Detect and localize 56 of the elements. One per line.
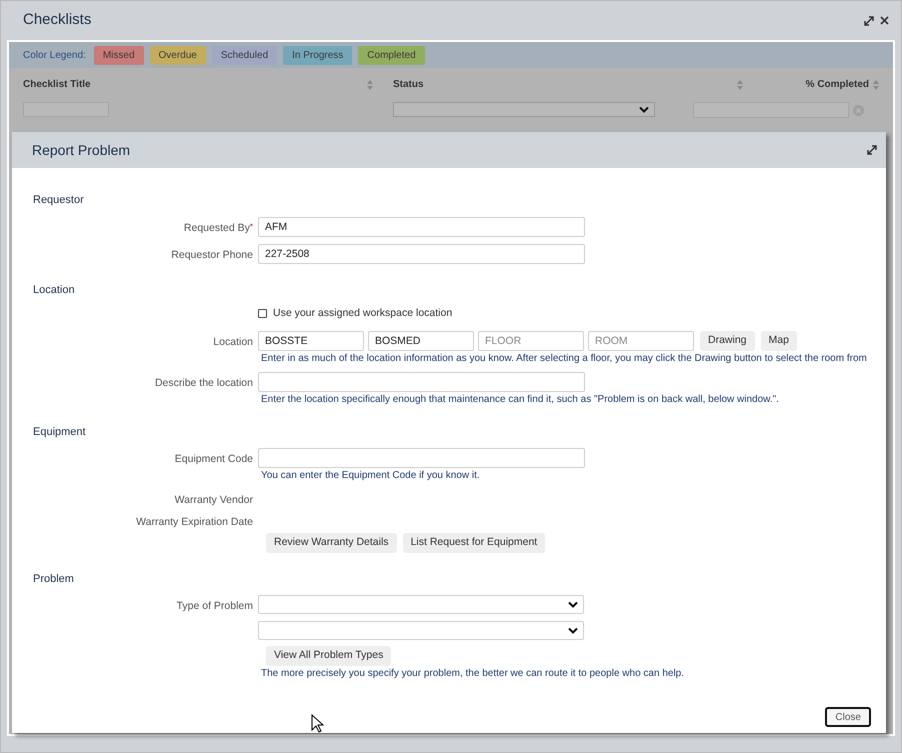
legend-tag: Overdue: [150, 46, 206, 64]
location-field[interactable]: ROOM: [588, 330, 694, 351]
expand-icon[interactable]: [864, 16, 874, 26]
column-header[interactable]: % Completed: [806, 77, 869, 92]
legend-label: Color Legend:: [23, 48, 86, 62]
chevron-down-icon: [568, 601, 578, 608]
sort-icon[interactable]: [737, 80, 743, 90]
filter-dropdown[interactable]: [393, 102, 655, 117]
expand-icon[interactable]: [867, 145, 877, 155]
chevron-down-icon: [639, 106, 649, 113]
location-field[interactable]: BOSSTE: [258, 330, 364, 351]
column-header[interactable]: Status: [393, 77, 424, 92]
field-label: Requested By*: [184, 220, 253, 236]
sort-icon[interactable]: [367, 80, 373, 90]
clear-icon[interactable]: [853, 104, 864, 116]
legend-tag: Missed: [94, 46, 144, 64]
field-label: Warranty Vendor: [174, 493, 253, 508]
section-heading: Equipment: [33, 424, 87, 440]
checkbox[interactable]: [258, 309, 267, 318]
sort-icon[interactable]: [873, 80, 879, 90]
column-header[interactable]: Checklist Title: [23, 77, 91, 92]
checkbox-label: Use your assigned workspace location: [273, 306, 452, 321]
field-label: Type of Problem: [176, 599, 253, 614]
location-field[interactable]: FLOOR: [478, 330, 584, 351]
help-text: Enter the location specifically enough that maintenance can find it, such as "Problem is on back wall, below window.".: [261, 394, 779, 406]
field-label: Requestor Phone: [171, 248, 253, 262]
legend-tag: Completed: [358, 46, 425, 64]
legend-tag: In Progress: [283, 46, 352, 64]
field-label: Describe the location: [154, 376, 253, 391]
legend-tag: Scheduled: [212, 46, 278, 64]
help-text: You can enter the Equipment Code if you know it.: [261, 470, 481, 482]
location-field[interactable]: BOSMED: [368, 330, 474, 351]
dialog-title: Report Problem: [32, 140, 130, 160]
field-label: Warranty Expiration Date: [136, 515, 253, 530]
section-heading: Requestor: [33, 193, 85, 208]
map-button[interactable]: Drawing: [700, 330, 755, 351]
close-button[interactable]: Close: [825, 707, 871, 727]
action-button[interactable]: List Request for Equipment: [402, 532, 546, 553]
text-field[interactable]: [258, 372, 585, 392]
text-field[interactable]: [258, 448, 585, 468]
help-text: The more precisely you specify your problem, the better we can route it to people who can help.: [261, 668, 684, 680]
dropdown[interactable]: [258, 621, 584, 640]
map-button[interactable]: Map: [760, 330, 797, 351]
text-field[interactable]: 227-2508: [258, 244, 585, 264]
help-text: Enter in as much of the location information as you know. After selecting a floor, you may click the Drawing button to select the room from: [261, 352, 867, 365]
window-title: Checklists: [23, 10, 92, 30]
action-button[interactable]: Review Warranty Details: [266, 532, 397, 553]
action-button[interactable]: View All Problem Types: [266, 646, 392, 666]
section-heading: Problem: [33, 572, 75, 587]
dropdown[interactable]: [258, 595, 584, 614]
close-icon[interactable]: [880, 16, 889, 25]
field-label: Equipment Code: [174, 452, 253, 468]
text-field[interactable]: AFM: [258, 216, 585, 236]
section-heading: Location: [33, 282, 76, 298]
chevron-down-icon: [568, 627, 578, 634]
field-label: Location: [213, 334, 253, 350]
